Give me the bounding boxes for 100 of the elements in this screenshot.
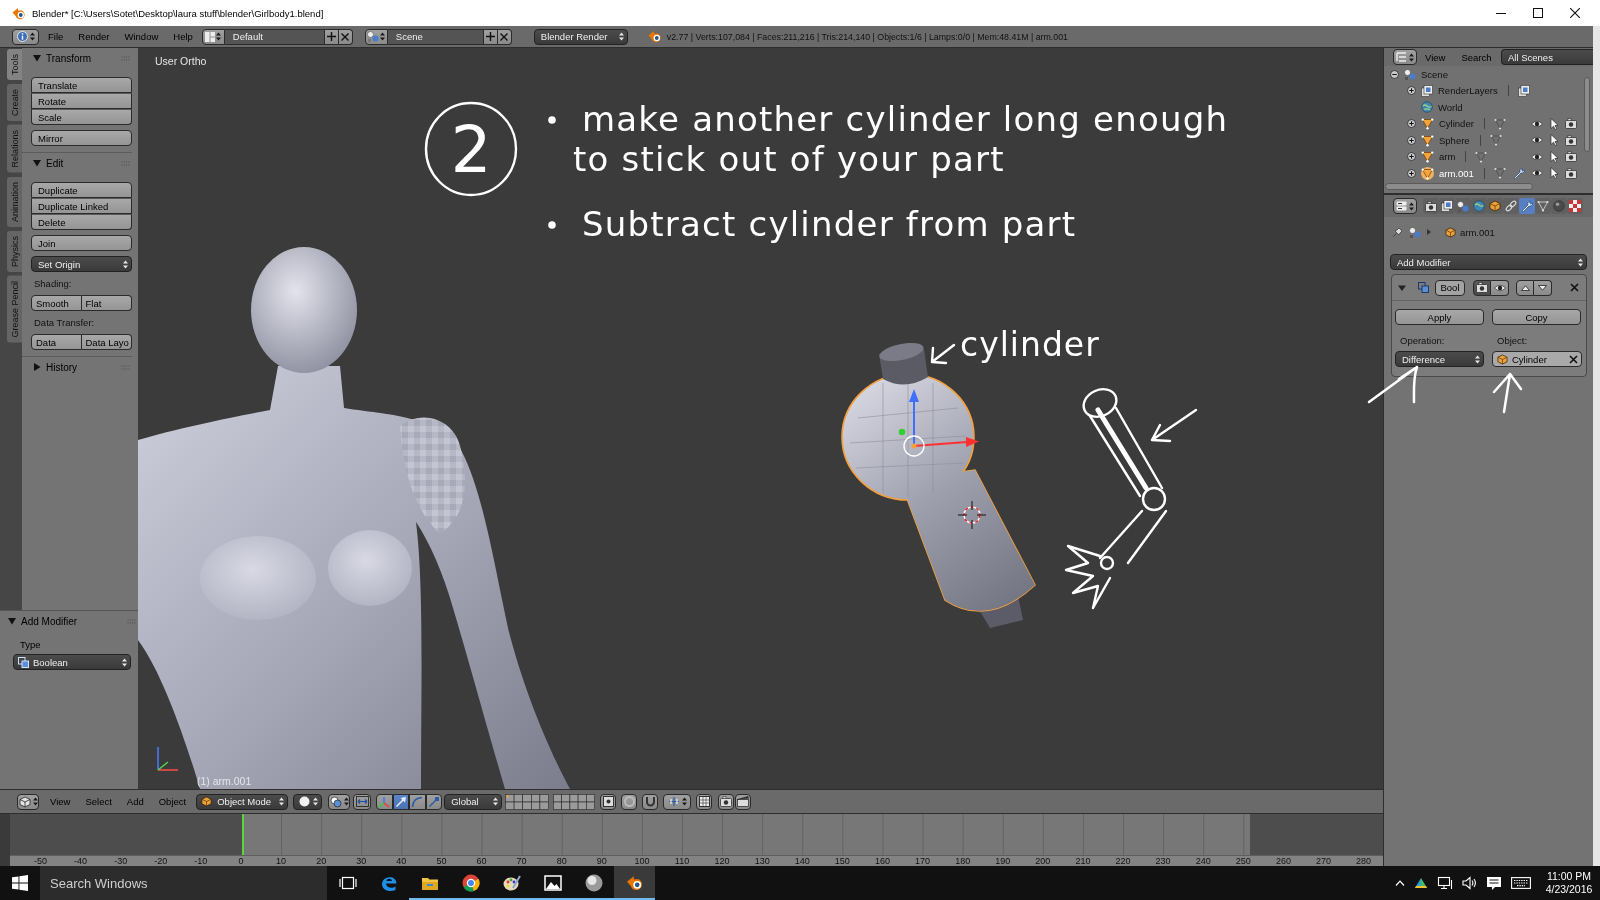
outliner-item[interactable]: World (1438, 101, 1463, 113)
properties-tab[interactable] (1551, 198, 1567, 214)
triangle-down-icon[interactable] (33, 54, 41, 62)
panel-title[interactable]: Add Modifier (21, 615, 78, 627)
menu-item[interactable]: Render (78, 31, 110, 42)
search-field[interactable]: Search Windows (40, 866, 327, 900)
triangle-down-icon[interactable] (33, 159, 41, 167)
move-up-button[interactable] (1516, 279, 1534, 296)
pointer-icon[interactable] (1548, 167, 1560, 180)
clock-time[interactable]: 11:00 PM (1546, 870, 1592, 883)
rotate-manipulator-button[interactable] (409, 793, 426, 810)
render-image-button[interactable] (718, 793, 735, 810)
expand-toggle-icon[interactable] (1407, 152, 1416, 162)
network-icon[interactable] (1437, 876, 1453, 890)
mesh-data-icon[interactable] (1493, 167, 1506, 180)
viewport-toggle[interactable] (1491, 279, 1509, 296)
outliner-item[interactable]: Cylinder (1439, 118, 1474, 130)
operation-dropdown[interactable]: Difference (1395, 351, 1484, 367)
camera-icon[interactable] (1565, 118, 1577, 130)
triangle-right-icon[interactable] (33, 363, 41, 371)
menu-item[interactable]: Window (124, 31, 159, 42)
properties-tab[interactable] (1535, 198, 1551, 214)
mesh-data-icon[interactable] (1475, 150, 1488, 163)
screen-layout-field[interactable]: Default (224, 28, 325, 45)
render-only-button[interactable] (696, 793, 713, 810)
keyboard-icon[interactable] (1511, 877, 1531, 889)
tool-button[interactable]: Scale (31, 109, 132, 125)
tool-button[interactable]: Duplicate (31, 182, 132, 198)
cylinder-object[interactable] (879, 342, 928, 385)
editor-type-button[interactable] (1393, 49, 1417, 65)
move-gizmo-icon[interactable] (898, 389, 979, 457)
menu-item[interactable]: View (50, 796, 71, 807)
object-field[interactable]: Cylinder (1492, 351, 1582, 367)
triangle-down-icon[interactable] (8, 617, 16, 625)
tool-button[interactable]: Translate (31, 77, 132, 93)
colored-wedge-icon[interactable] (1414, 877, 1428, 889)
panel-title[interactable]: Edit (46, 157, 64, 169)
render-layers-icon[interactable] (1517, 84, 1530, 97)
properties-tab[interactable] (1487, 198, 1503, 214)
timeline-panel[interactable]: -50 -40 -30 -20 -10 0 10 20 30 40 50 60 70 80 90 100 110 120 130 140 150 160 170 180 190 200 210 220 230 240 250 260 270 280 (10, 814, 1383, 866)
menu-item[interactable]: View (1425, 51, 1446, 63)
layer-grid-icon[interactable] (505, 793, 550, 810)
scrollbar[interactable] (1385, 182, 1533, 190)
scene-field[interactable]: Scene (387, 28, 484, 45)
editor-type-button[interactable] (17, 793, 39, 810)
axes-manipulator-button[interactable] (376, 793, 393, 810)
render-animation-button[interactable] (735, 793, 752, 810)
lock-layers-button[interactable] (600, 793, 617, 810)
tool-button[interactable]: Mirror (31, 130, 132, 146)
pin-icon[interactable] (1392, 226, 1403, 238)
tool-button[interactable]: Flat (81, 295, 132, 311)
menu-item[interactable]: Object (158, 796, 187, 807)
tool-button[interactable]: Data Layo (81, 334, 132, 350)
tool-button[interactable]: Delete (31, 214, 132, 230)
outliner-item[interactable]: arm (1439, 151, 1456, 163)
panel-title[interactable]: History (46, 361, 78, 373)
set-origin-dropdown[interactable]: Set Origin (31, 256, 132, 272)
frame-ruler[interactable]: -50 -40 -30 -20 -10 0 10 20 30 40 50 60 70 80 90 100 110 120 130 140 150 160 170 180 190 200 210 220 230 240 250 260 270 280 (10, 855, 1383, 866)
properties-tab[interactable] (1503, 198, 1519, 214)
panel-title[interactable]: Transform (46, 52, 92, 64)
editor-type-button[interactable] (12, 28, 39, 45)
pointer-icon[interactable] (1548, 134, 1560, 147)
move-down-button[interactable] (1534, 279, 1552, 296)
pivot-dropdown[interactable] (328, 793, 351, 810)
camera-icon[interactable] (1565, 134, 1577, 146)
add-modifier-dropdown[interactable]: Add Modifier (1390, 254, 1587, 270)
copy-button[interactable]: Copy (1492, 309, 1581, 325)
menu-item[interactable]: Help (173, 31, 193, 42)
expand-toggle-icon[interactable] (1407, 135, 1416, 145)
properties-tab[interactable] (1439, 198, 1455, 214)
camera-icon[interactable] (1565, 151, 1577, 163)
properties-tab[interactable] (1519, 198, 1535, 214)
taskbar-app-button[interactable] (614, 866, 655, 900)
snap-button[interactable] (642, 793, 659, 810)
tool-button[interactable]: Duplicate Linked (31, 198, 132, 214)
tool-button[interactable]: Smooth (31, 295, 82, 311)
camera-icon[interactable] (1565, 167, 1577, 179)
tool-shelf-tab[interactable]: Tools (7, 49, 22, 80)
viewport[interactable]: User Ortho (1) arm.001 2 make another cylinder long enough to stick out of your part Subtract cylinder from part cylinder (138, 48, 1383, 789)
editor-type-button[interactable] (1393, 198, 1417, 214)
apply-button[interactable]: Apply (1395, 309, 1484, 325)
remove-button[interactable] (1568, 281, 1580, 294)
mesh-data-icon[interactable] (1489, 134, 1502, 147)
expand-toggle-icon[interactable] (1407, 86, 1416, 96)
expand-toggle-icon[interactable] (1407, 168, 1416, 178)
clear-icon[interactable] (1569, 354, 1578, 364)
collapse-toggle-icon[interactable] (1390, 69, 1399, 79)
menu-item[interactable]: Select (85, 796, 112, 807)
speaker-icon[interactable] (1462, 876, 1477, 890)
properties-tab[interactable] (1423, 198, 1439, 214)
triangle-down-icon[interactable] (1398, 283, 1406, 292)
chevron-up-icon[interactable] (1395, 880, 1405, 886)
outliner-item[interactable]: Scene (1421, 68, 1448, 80)
manipulator-toggle[interactable] (353, 793, 372, 810)
screen-layout-button[interactable] (201, 28, 225, 45)
outliner-item[interactable]: arm.001 (1439, 167, 1474, 179)
mode-dropdown[interactable]: Object Mode (196, 793, 289, 810)
pointer-icon[interactable] (1548, 117, 1560, 130)
menu-item[interactable]: File (48, 31, 64, 42)
modifier-name-field[interactable]: Bool (1435, 279, 1465, 296)
